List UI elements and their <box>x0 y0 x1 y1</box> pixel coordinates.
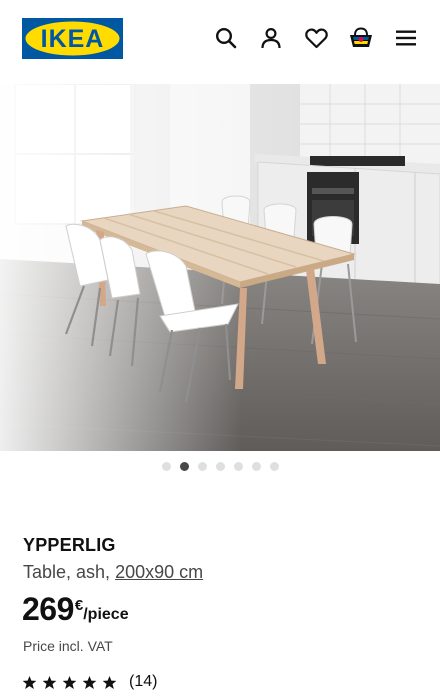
ikea-logo[interactable]: IKEA <box>22 18 123 59</box>
carousel-dot-active[interactable] <box>179 462 189 471</box>
account-icon[interactable] <box>259 26 283 50</box>
ikea-logo-mark: IKEA <box>22 18 123 59</box>
carousel-dot[interactable] <box>233 462 243 471</box>
vat-note: Price incl. VAT <box>23 638 113 654</box>
table-photo <box>0 84 440 451</box>
carousel-dot[interactable] <box>269 462 279 471</box>
product-price: 269 € /piece <box>22 589 129 629</box>
star-icon <box>102 675 117 689</box>
star-icon <box>42 675 57 689</box>
svg-text:IKEA: IKEA <box>41 25 105 53</box>
product-size-link[interactable]: 200x90 cm <box>115 562 203 582</box>
top-header: IKEA <box>0 0 440 84</box>
carousel-dot[interactable] <box>197 462 207 471</box>
star-icon <box>62 675 77 689</box>
price-unit: /piece <box>83 606 129 623</box>
product-rating[interactable]: (14) <box>22 673 157 691</box>
price-currency: € <box>74 597 84 614</box>
menu-icon[interactable] <box>394 26 418 50</box>
product-type: Table, ash, <box>23 562 116 582</box>
basket-icon[interactable] <box>349 26 373 50</box>
carousel-dot[interactable] <box>215 462 225 471</box>
product-image[interactable] <box>0 84 440 451</box>
search-icon[interactable] <box>214 26 238 50</box>
carousel-dot[interactable] <box>161 462 171 471</box>
product-description: Table, ash, 200x90 cm <box>23 562 203 583</box>
review-count: (14) <box>129 673 158 690</box>
star-icon <box>82 675 97 689</box>
heart-icon[interactable] <box>304 26 328 50</box>
rating-stars <box>22 675 117 690</box>
price-amount: 269 <box>22 591 74 627</box>
star-icon <box>22 675 37 689</box>
image-carousel-dots <box>0 462 440 474</box>
carousel-dot[interactable] <box>251 462 261 471</box>
product-name: YPPERLIG <box>23 535 116 555</box>
